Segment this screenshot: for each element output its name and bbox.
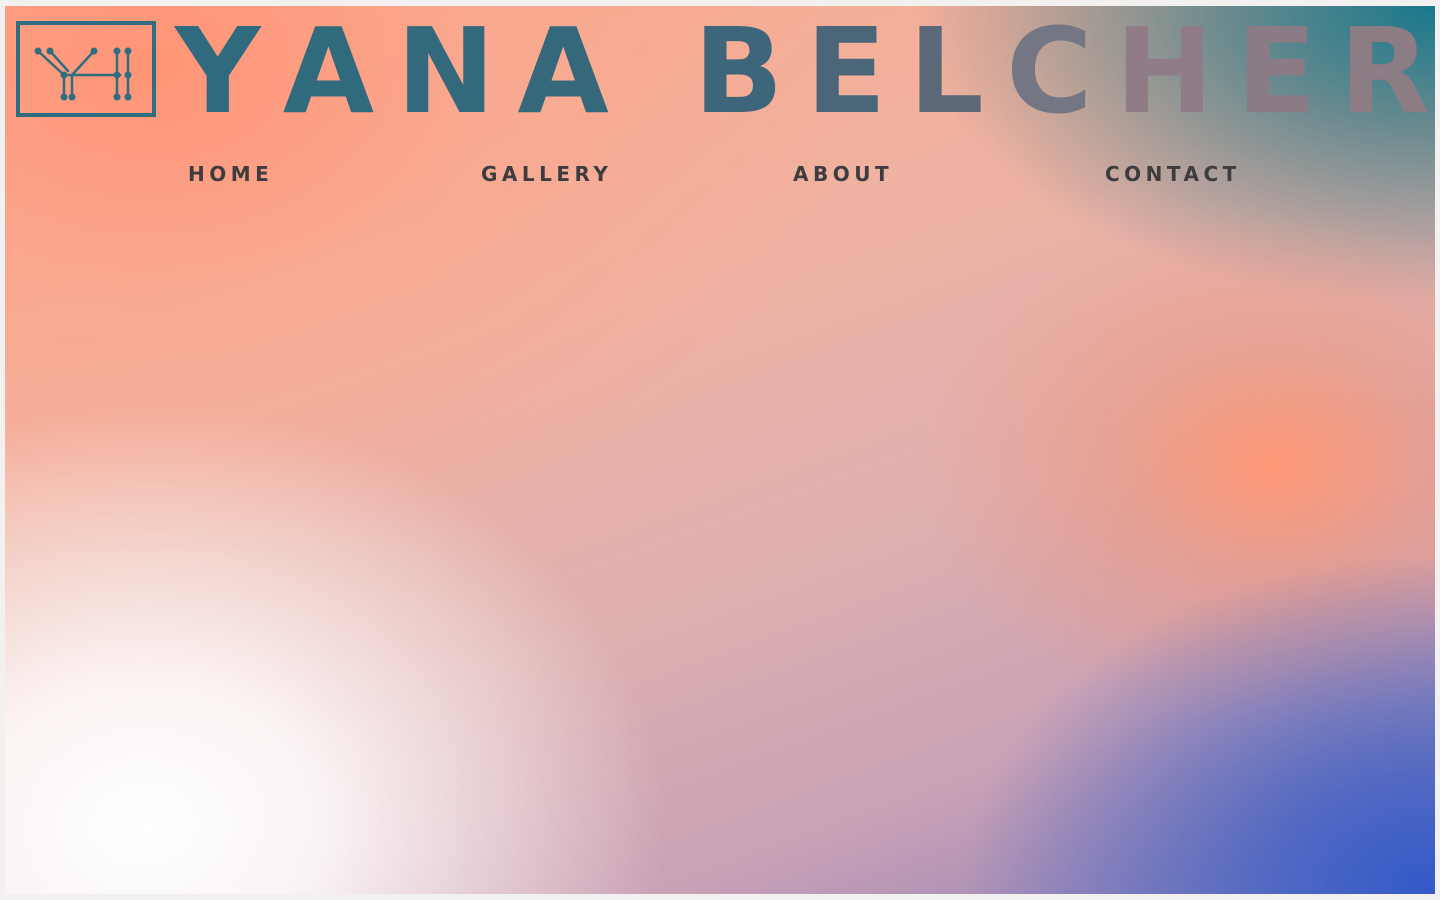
brand-letter: E [805, 6, 887, 140]
brand-letter: B [693, 6, 784, 140]
brand-letter: L [908, 6, 984, 140]
main-nav: HOME GALLERY ABOUT CONTACT [5, 158, 1435, 194]
nav-gallery-link[interactable]: GALLERY [481, 158, 612, 190]
brand-letter: N [396, 6, 496, 140]
nav-home-link[interactable]: HOME [188, 158, 273, 190]
brand-letter: R [1339, 6, 1430, 140]
logo[interactable] [16, 21, 156, 117]
hero-background: Y A N A B E L C H E R HOME GALLERY ABOUT… [5, 6, 1435, 894]
nav-about-link[interactable]: ABOUT [793, 158, 893, 190]
yh-monogram-icon [34, 47, 132, 101]
brand-letter: H [1115, 6, 1214, 140]
brand-letter: A [282, 6, 375, 140]
brand-letter: C [1006, 6, 1093, 140]
brand-letter: Y [175, 6, 261, 140]
nav-contact-link[interactable]: CONTACT [1105, 158, 1241, 190]
brand-letter: A [517, 6, 609, 140]
brand-letter: E [1236, 6, 1317, 140]
brand-name[interactable]: Y A N A B E L C H E R [175, 6, 1430, 136]
